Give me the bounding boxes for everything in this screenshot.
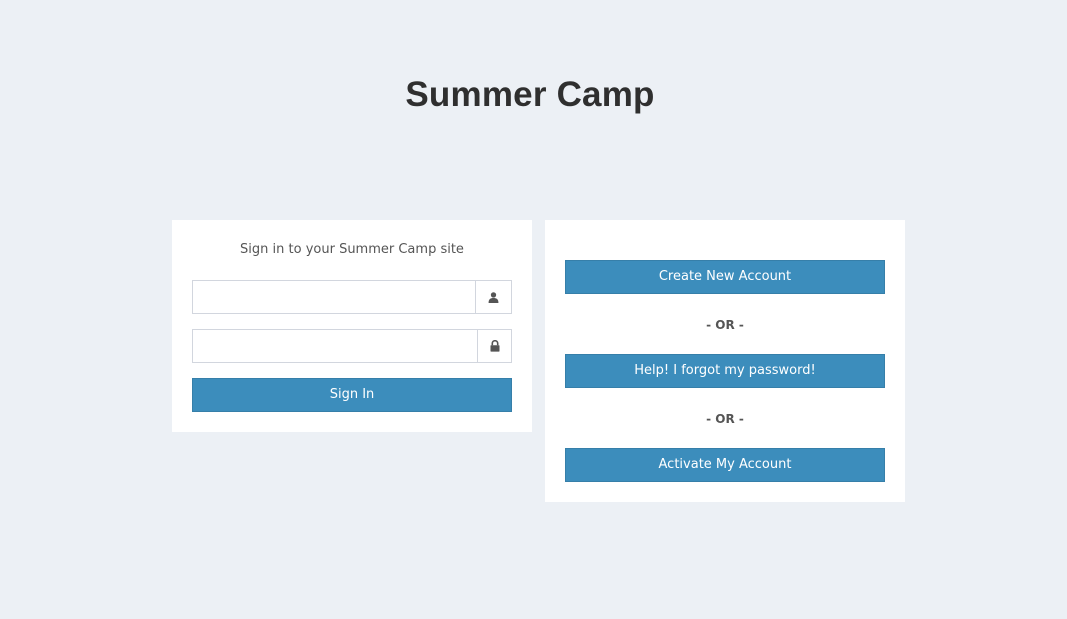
login-panel: Sign in to your Summer Camp site Sign In: [172, 220, 532, 432]
or-separator: - OR -: [706, 318, 744, 332]
page-title: Summer Camp: [405, 75, 655, 114]
activate-account-button[interactable]: Activate My Account: [565, 448, 885, 482]
username-field-group: [192, 280, 512, 314]
password-input[interactable]: [193, 330, 477, 362]
account-actions-panel: Create New Account - OR - Help! I forgot…: [545, 220, 905, 502]
username-addon: [475, 281, 511, 313]
lock-icon: [490, 340, 499, 352]
user-icon: [488, 291, 499, 303]
create-account-button[interactable]: Create New Account: [565, 260, 885, 294]
or-separator: - OR -: [706, 412, 744, 426]
forgot-password-button[interactable]: Help! I forgot my password!: [565, 354, 885, 388]
username-input[interactable]: [193, 281, 475, 313]
login-message: Sign in to your Summer Camp site: [240, 242, 464, 257]
password-field-group: [192, 329, 512, 363]
password-addon: [477, 330, 511, 362]
sign-in-button[interactable]: Sign In: [192, 378, 512, 412]
